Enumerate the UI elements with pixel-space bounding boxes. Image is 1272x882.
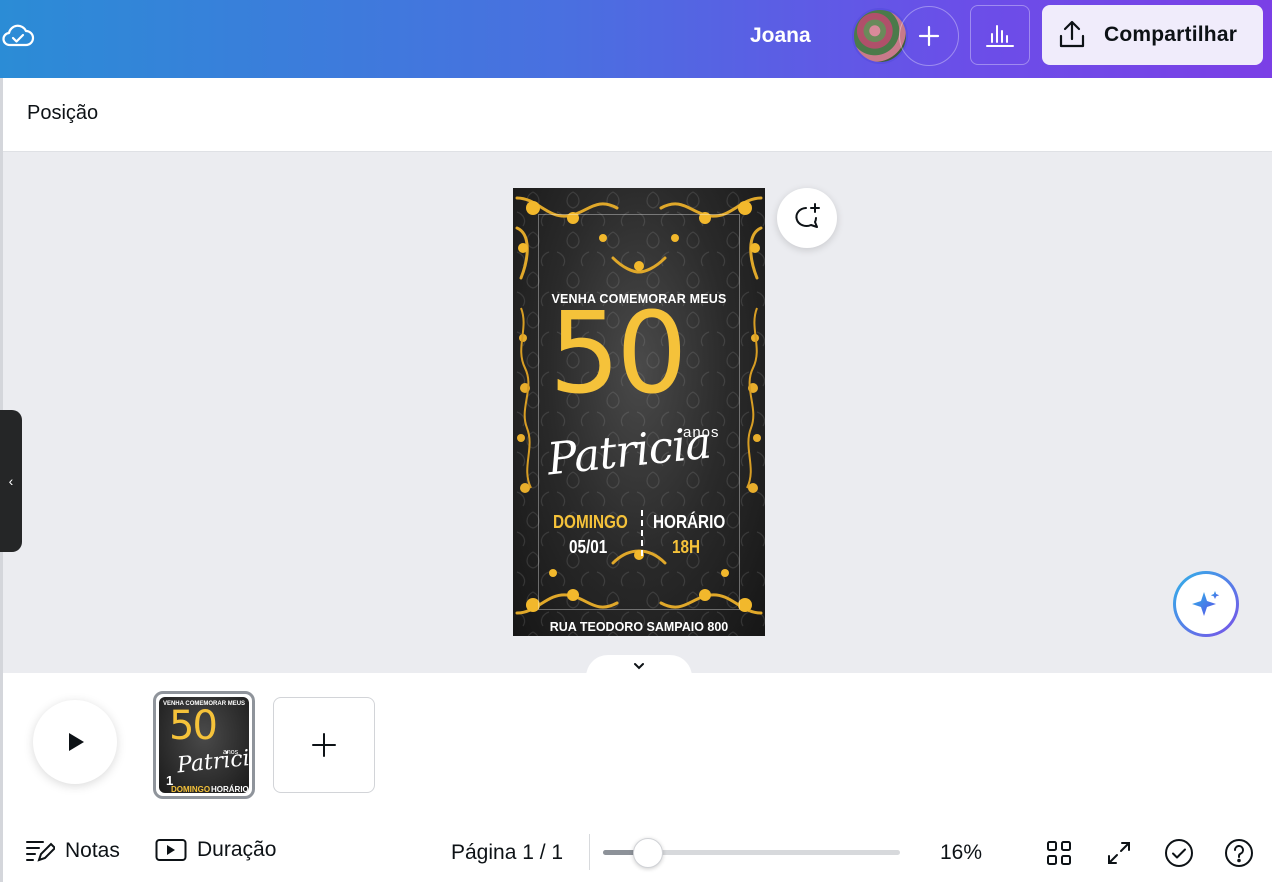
check-button[interactable] — [1162, 836, 1196, 870]
thumbnail-text-day: DOMINGO — [171, 785, 211, 793]
sparkle-icon — [1192, 591, 1220, 616]
thumbnail-text-time: HORÁRIO — [211, 785, 249, 793]
share-upload-icon — [1059, 20, 1085, 48]
duration-label: Duração — [197, 838, 277, 861]
design-divider — [641, 510, 643, 556]
thumbnail-preview: VENHA COMEMORAR MEUS 50 anos Patricia 1 … — [159, 697, 249, 793]
notes-label: Notas — [65, 839, 120, 862]
add-collaborator-button[interactable] — [899, 6, 959, 66]
user-name: Joana — [750, 24, 811, 47]
add-page-button[interactable] — [273, 697, 375, 793]
cloud-saved-icon[interactable] — [0, 18, 36, 54]
play-button[interactable] — [33, 700, 117, 784]
share-label: Compartilhar — [1104, 23, 1238, 46]
zoom-level[interactable]: 16% — [940, 841, 982, 865]
design-text-day-label[interactable]: DOMINGO — [553, 512, 628, 533]
check-circle-icon — [1165, 839, 1193, 867]
notes-button[interactable]: Notas — [25, 838, 120, 864]
position-button[interactable]: Posição — [27, 102, 98, 125]
help-button[interactable] — [1222, 836, 1256, 870]
zoom-slider-handle[interactable] — [632, 838, 663, 868]
plus-icon — [918, 25, 940, 47]
design-text-number[interactable]: 50 — [549, 298, 688, 410]
design-text-time-label[interactable]: HORÁRIO — [653, 512, 725, 533]
top-bar: Joana Compartilhar — [0, 0, 1272, 78]
context-toolbar: Posição — [3, 78, 1272, 152]
magic-assistant-button[interactable] — [1173, 571, 1239, 637]
chevron-down-icon — [634, 663, 644, 670]
share-button[interactable]: Compartilhar — [1042, 5, 1263, 65]
help-icon — [1225, 839, 1253, 867]
fullscreen-button[interactable] — [1102, 836, 1136, 870]
design-text-date[interactable]: 05/01 — [569, 537, 607, 558]
design-page[interactable]: VENHA COMEMORAR MEUS 50 anos Patricia DO… — [513, 188, 765, 636]
grid-icon — [1047, 841, 1071, 865]
add-comment-button[interactable] — [777, 188, 837, 248]
comment-plus-icon — [795, 203, 820, 228]
duration-button[interactable]: Duração — [155, 838, 276, 862]
play-icon — [69, 733, 84, 751]
notes-pencil-icon — [26, 841, 55, 862]
footer-separator — [589, 834, 590, 870]
design-text-time[interactable]: 18H — [672, 537, 700, 558]
design-text-address[interactable]: RUA TEODORO SAMPAIO 800 — [513, 620, 765, 634]
grid-view-button[interactable] — [1042, 836, 1076, 870]
thumbnail-text-name: Patricia — [175, 744, 249, 779]
side-panel-toggle[interactable]: ‹ — [0, 410, 22, 552]
chevron-left-icon: ‹ — [8, 473, 14, 489]
plus-icon — [312, 733, 336, 757]
insights-button[interactable] — [970, 5, 1030, 65]
duration-play-icon — [155, 839, 187, 861]
bar-chart-icon — [986, 25, 1014, 47]
page-thumbnail[interactable]: VENHA COMEMORAR MEUS 50 anos Patricia 1 … — [153, 691, 255, 799]
thumbnail-text-number: 50 — [169, 703, 218, 749]
expand-icon — [1108, 842, 1130, 864]
page-indicator[interactable]: Página 1 / 1 — [451, 841, 563, 865]
